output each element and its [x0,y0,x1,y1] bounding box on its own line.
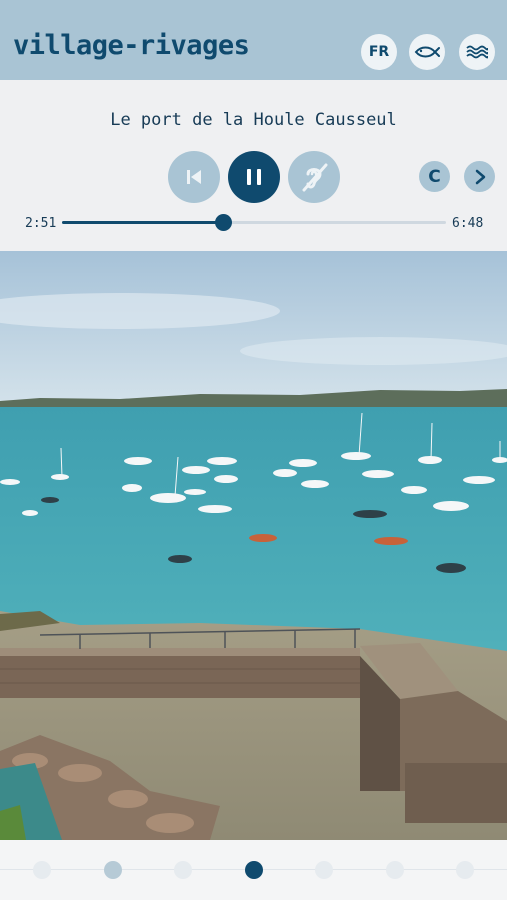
page-dot[interactable] [103,861,122,879]
pause-icon [247,169,261,185]
elapsed-time: 2:51 [25,216,57,231]
progress-handle[interactable] [215,214,233,231]
previous-track-icon [187,170,201,184]
language-button[interactable]: FR [361,34,397,70]
fish-button[interactable] [409,34,445,70]
previous-button[interactable] [168,151,220,203]
c-label: C [428,166,441,187]
track-title: Le port de la Houle Causseul [110,110,397,130]
page-dot[interactable] [456,861,474,879]
app-header: village-rivages FR [0,0,507,80]
page-dot[interactable] [33,861,51,879]
total-time: 6:48 [452,216,484,231]
page-dot[interactable] [244,861,263,879]
waves-button[interactable] [459,34,495,70]
hearing-accessibility-button[interactable] [288,151,340,203]
progress-track[interactable] [62,214,446,231]
next-button[interactable] [464,161,495,192]
harbor-photo [0,251,507,840]
waves-icon [466,45,488,59]
page-dot[interactable] [385,861,404,879]
progress-fill [62,221,224,224]
page-indicator [0,840,507,900]
page-dot[interactable] [315,861,333,879]
c-button[interactable]: C [419,161,450,192]
pause-button[interactable] [228,151,280,203]
brand-logo: village-rivages [13,30,250,61]
audio-player: Le port de la Houle Causseul C 2:51 6:48 [0,80,507,251]
hearing-accessibility-icon [302,163,328,192]
chevron-right-icon [475,169,485,184]
fish-icon [414,46,440,58]
language-label: FR [368,44,390,60]
page-dot[interactable] [174,861,192,879]
